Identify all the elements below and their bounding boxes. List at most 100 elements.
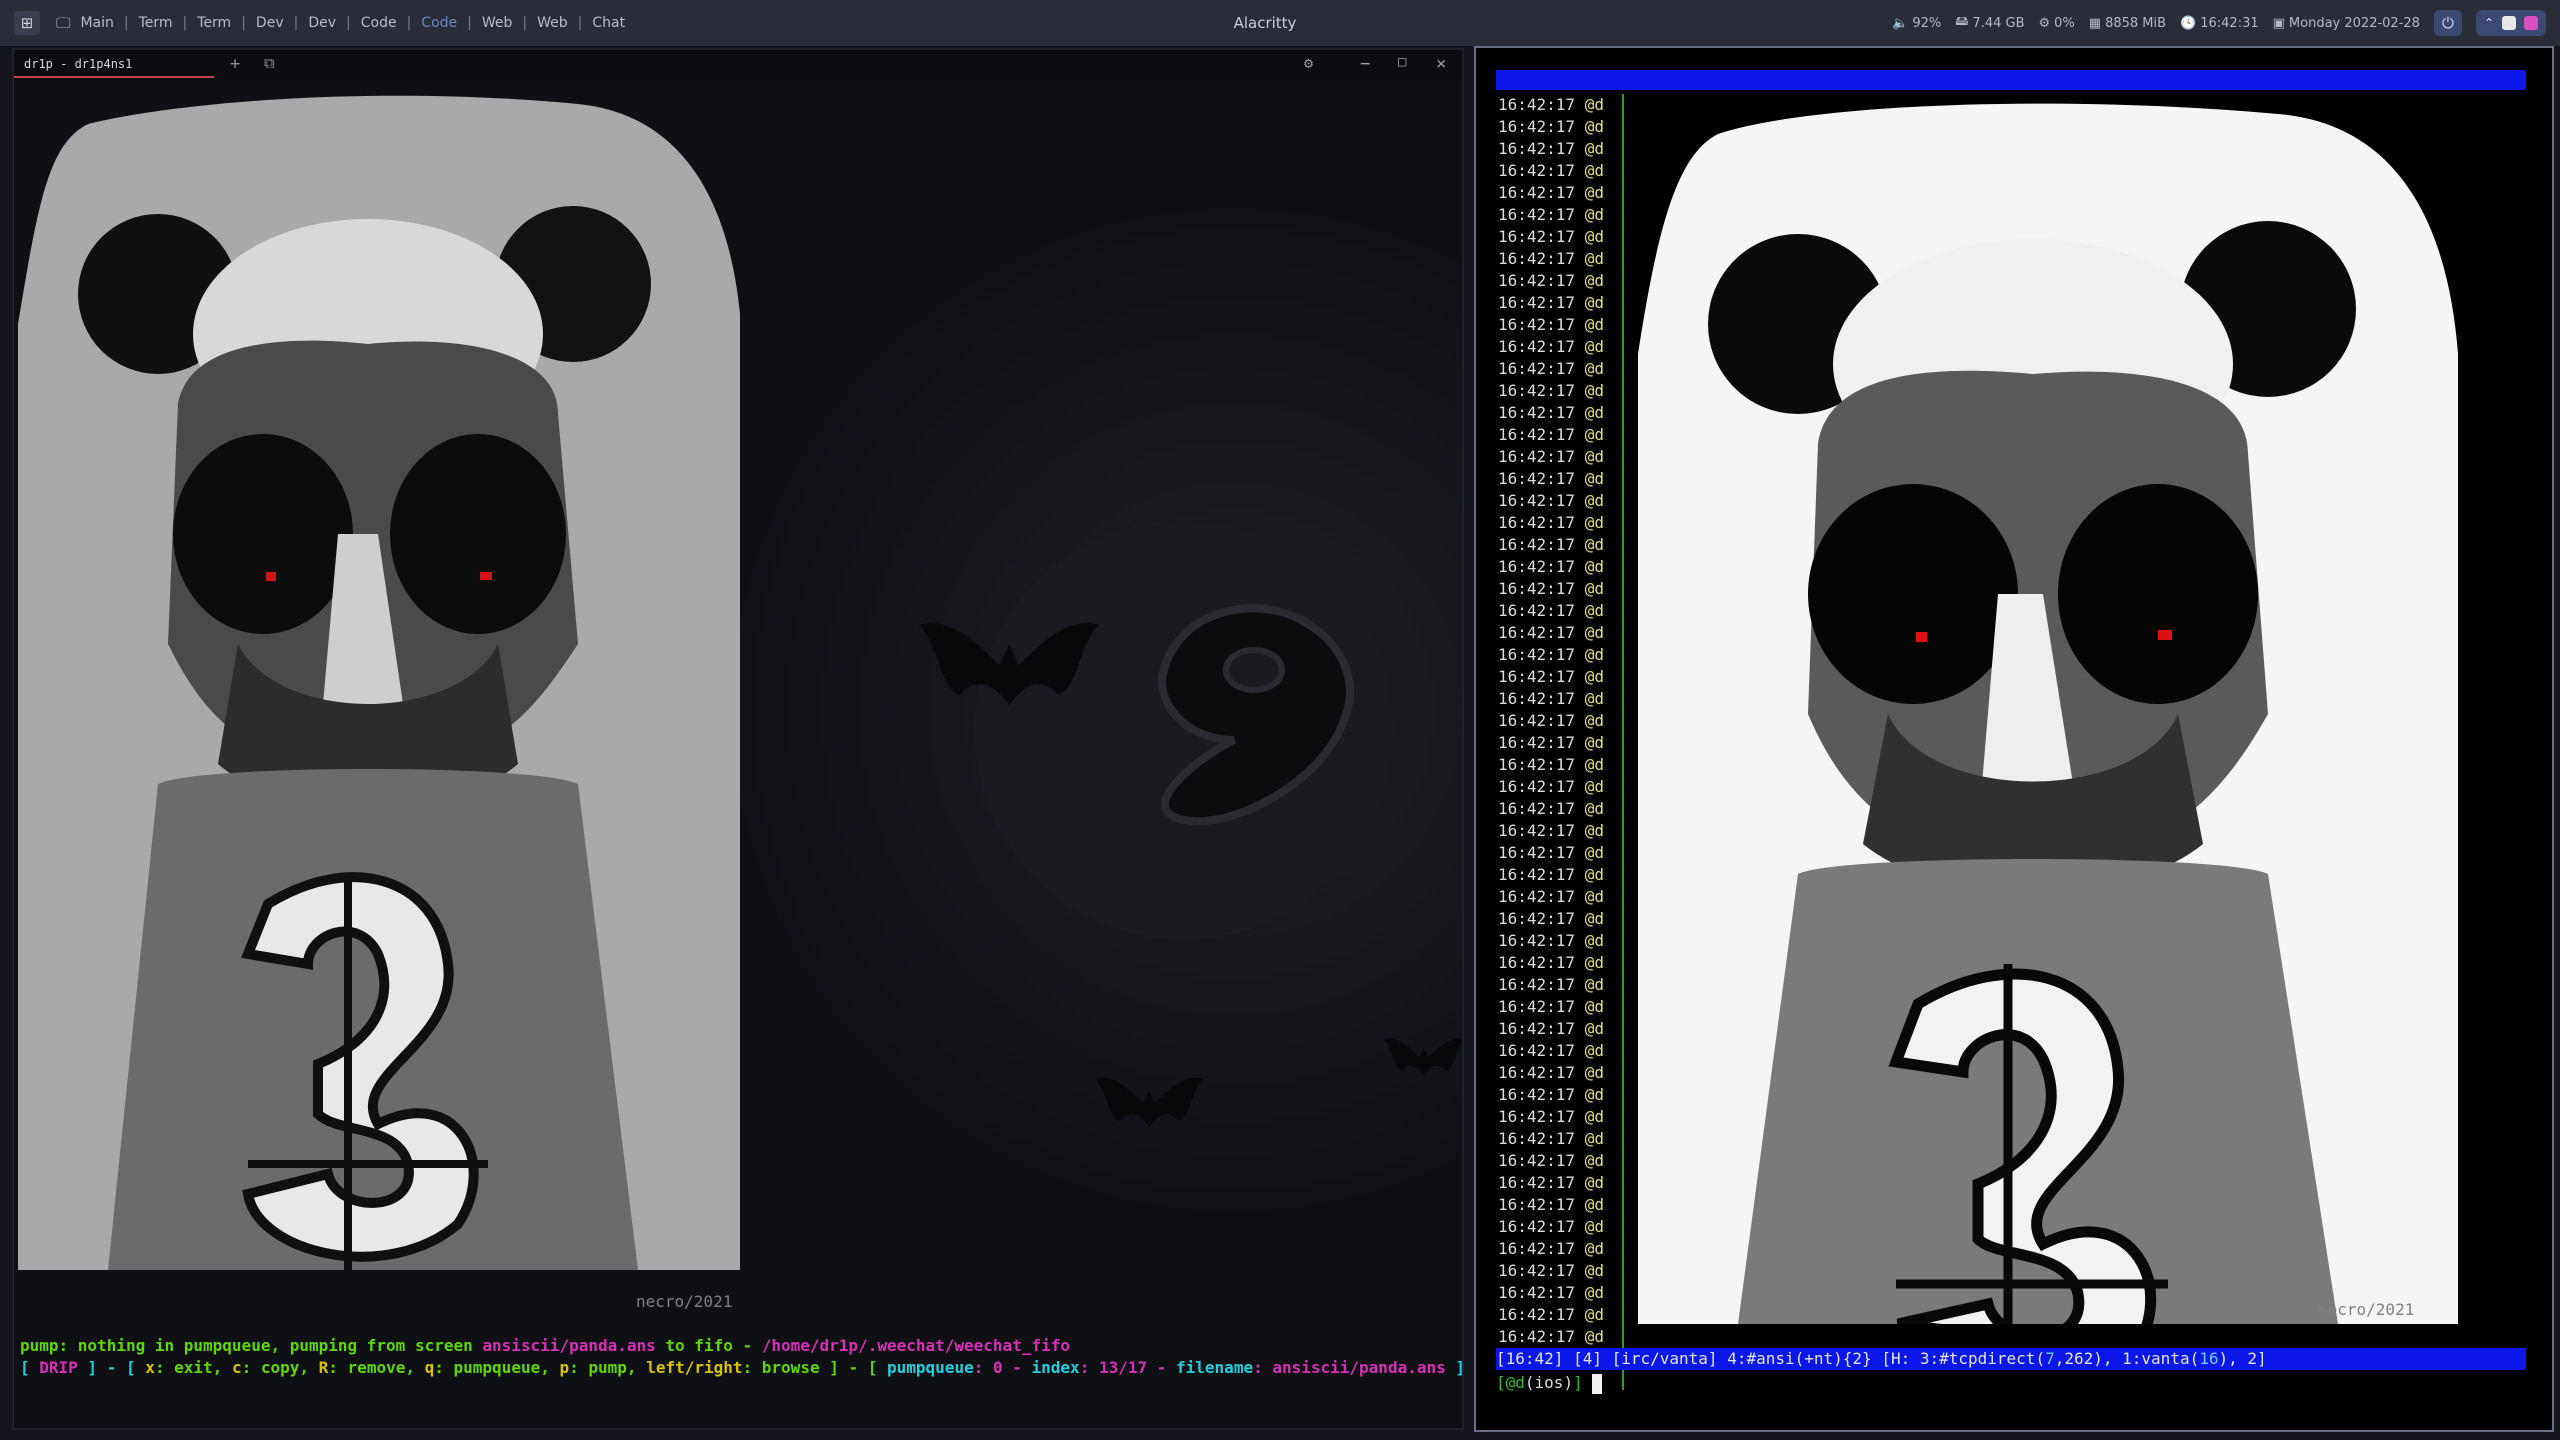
new-tab-plus-icon[interactable]: +: [230, 54, 240, 74]
workspace-chat[interactable]: Chat: [588, 15, 629, 31]
chat-line: 16:42:17 @d: [1498, 644, 1618, 666]
speaker-icon: 🔈: [1892, 15, 1909, 31]
workspace-term-2[interactable]: Term: [193, 15, 235, 31]
chat-nick: @d: [1584, 1107, 1604, 1126]
chat-nick: @d: [1584, 249, 1604, 268]
chat-timestamp: 16:42:17: [1498, 601, 1576, 620]
chat-timestamp: 16:42:17: [1498, 403, 1576, 422]
chat-timestamp: 16:42:17: [1498, 1305, 1576, 1324]
chat-timestamp: 16:42:17: [1498, 689, 1576, 708]
weechat-window-right[interactable]: 16:42:17 @d 16:42:17 @d 16:42:17 @d 16:42:1…: [1474, 46, 2554, 1432]
volume-indicator[interactable]: 🔈 92%: [1892, 16, 1941, 31]
chat-line: 16:42:17 @d: [1498, 512, 1618, 534]
drip-keybind-line: [ DRIP ] - [ x: exit, c: copy, R: remove…: [20, 1358, 1464, 1377]
workspace-code-1[interactable]: Code: [357, 15, 401, 31]
chat-line: 16:42:17 @d: [1498, 94, 1618, 116]
chat-timestamp: 16:42:17: [1498, 139, 1576, 158]
chat-nick: @d: [1584, 1173, 1604, 1192]
workspace-term-1[interactable]: Term: [135, 15, 177, 31]
weechat-input-line[interactable]: [@d(ios)]: [1496, 1372, 1603, 1394]
chat-timestamp: 16:42:17: [1498, 557, 1576, 576]
cpu-value: 0%: [2054, 15, 2075, 31]
focused-window-title: Alacritty: [1233, 14, 1297, 32]
chat-nick: @d: [1584, 293, 1604, 312]
chat-timestamp: 16:42:17: [1498, 95, 1576, 114]
chat-line: 16:42:17 @d: [1498, 1128, 1618, 1150]
chat-line: 16:42:17 @d: [1498, 798, 1618, 820]
pump-fifo-path: /home/dr1p/.weechat/weechat_fifo: [761, 1336, 1070, 1355]
chat-line: 16:42:17 @d: [1498, 358, 1618, 380]
close-icon[interactable]: ×: [1436, 54, 1446, 74]
chat-line: 16:42:17 @d: [1498, 908, 1618, 930]
index-label: index: [1031, 1358, 1080, 1377]
chat-line: 16:42:17 @d: [1498, 1062, 1618, 1084]
disk-icon: 🖴: [1955, 14, 1969, 29]
filename-label: filename: [1176, 1358, 1254, 1377]
minimize-icon[interactable]: −: [1360, 54, 1370, 74]
workspace-dev-1[interactable]: Dev: [252, 15, 288, 31]
tray-app-icon[interactable]: [2502, 16, 2516, 30]
workspace-web-1[interactable]: Web: [478, 15, 517, 31]
chat-timestamp: 16:42:17: [1498, 1107, 1576, 1126]
system-tray[interactable]: ⌃: [2475, 10, 2546, 36]
clock-indicator: 🕓 16:42:31: [2180, 16, 2259, 31]
workspace-main[interactable]: Main: [76, 15, 117, 31]
date-indicator[interactable]: ▣ Monday 2022-02-28: [2273, 16, 2420, 31]
chat-timestamp: 16:42:17: [1498, 337, 1576, 356]
chat-timestamp: 16:42:17: [1498, 755, 1576, 774]
chat-timestamp: 16:42:17: [1498, 623, 1576, 642]
tray-discord-icon[interactable]: [2524, 16, 2538, 30]
power-button[interactable]: ⏻: [2433, 10, 2462, 36]
chat-timestamp: 16:42:17: [1498, 183, 1576, 202]
bat-icon: [919, 623, 1099, 705]
weechat-title-bar: [1496, 70, 2526, 90]
bat-icon-small: [1095, 1077, 1203, 1127]
chat-line: 16:42:17 @d: [1498, 1084, 1618, 1106]
workspace-dev-2[interactable]: Dev: [304, 15, 340, 31]
chat-nick: @d: [1584, 821, 1604, 840]
chat-nick: @d: [1584, 271, 1604, 290]
workspace-code-2-active[interactable]: Code: [417, 15, 461, 31]
chat-nick: @d: [1584, 733, 1604, 752]
chat-timestamp: 16:42:17: [1498, 293, 1576, 312]
chat-timestamp: 16:42:17: [1498, 975, 1576, 994]
chat-timestamp: 16:42:17: [1498, 733, 1576, 752]
chat-line: 16:42:17 @d: [1498, 1260, 1618, 1282]
chat-line: 16:42:17 @d: [1498, 1040, 1618, 1062]
chat-line: 16:42:17 @d: [1498, 1326, 1618, 1348]
pump-message: pump: nothing in pumpqueue, pumping from…: [20, 1336, 483, 1355]
chat-line: 16:42:17 @d: [1498, 820, 1618, 842]
clock-icon: 🕓: [2180, 15, 2197, 31]
chat-timestamp: 16:42:17: [1498, 425, 1576, 444]
app-grid-icon[interactable]: ⊞: [14, 11, 40, 35]
prefix-separator: [1622, 94, 1624, 1390]
chat-nick: @d: [1584, 117, 1604, 136]
chat-line: 16:42:17 @d: [1498, 1216, 1618, 1238]
chat-line: 16:42:17 @d: [1498, 732, 1618, 754]
chat-line: 16:42:17 @d: [1498, 622, 1618, 644]
workspace-web-2[interactable]: Web: [533, 15, 572, 31]
chat-line: 16:42:17 @d: [1498, 116, 1618, 138]
chevron-up-icon[interactable]: ⌃: [2484, 16, 2494, 30]
art-signature-render: necro/2021: [2318, 1300, 2415, 1319]
cpu-indicator: ⚙ 0%: [2039, 16, 2075, 31]
maximize-icon[interactable]: □: [1398, 54, 1406, 70]
settings-gear-icon[interactable]: ⚙: [1304, 54, 1313, 72]
chat-nick: @d: [1584, 139, 1604, 158]
chat-nick: @d: [1584, 557, 1604, 576]
chat-line: 16:42:17 @d: [1498, 446, 1618, 468]
chat-timestamp: 16:42:17: [1498, 953, 1576, 972]
chat-line: 16:42:17 @d: [1498, 1150, 1618, 1172]
chat-line: 16:42:17 @d: [1498, 380, 1618, 402]
tab-active[interactable]: dr1p - dr1p4ns1: [14, 50, 214, 78]
chat-nick: @d: [1584, 447, 1604, 466]
chat-timestamp: 16:42:17: [1498, 249, 1576, 268]
window-list-icon[interactable]: ⧉: [264, 54, 275, 72]
chat-nick: @d: [1584, 491, 1604, 510]
volume-value: 92%: [1912, 15, 1942, 31]
chat-nick: @d: [1584, 645, 1604, 664]
chat-nick: @d: [1584, 1327, 1604, 1346]
chat-line: 16:42:17 @d: [1498, 534, 1618, 556]
alacritty-window-left[interactable]: dr1p - dr1p4ns1 + ⧉ ⚙ − □ × necro/2021 p…: [12, 48, 1464, 1430]
chat-timestamp: 16:42:17: [1498, 865, 1576, 884]
